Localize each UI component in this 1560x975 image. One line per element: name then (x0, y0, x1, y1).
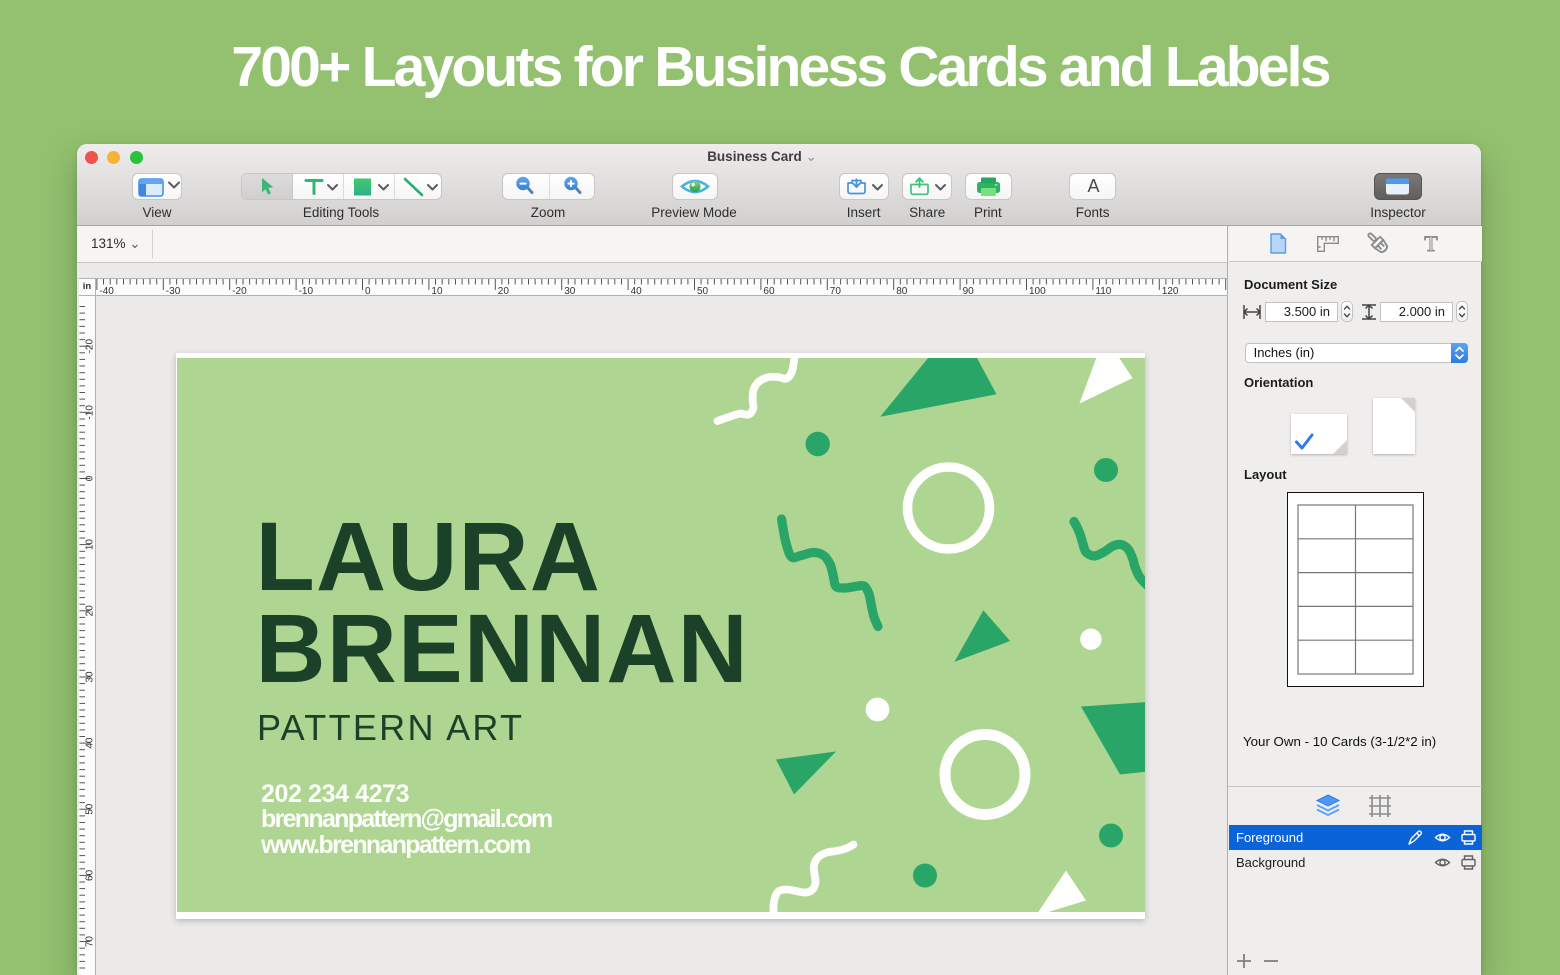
svg-text:T: T (1424, 231, 1438, 256)
